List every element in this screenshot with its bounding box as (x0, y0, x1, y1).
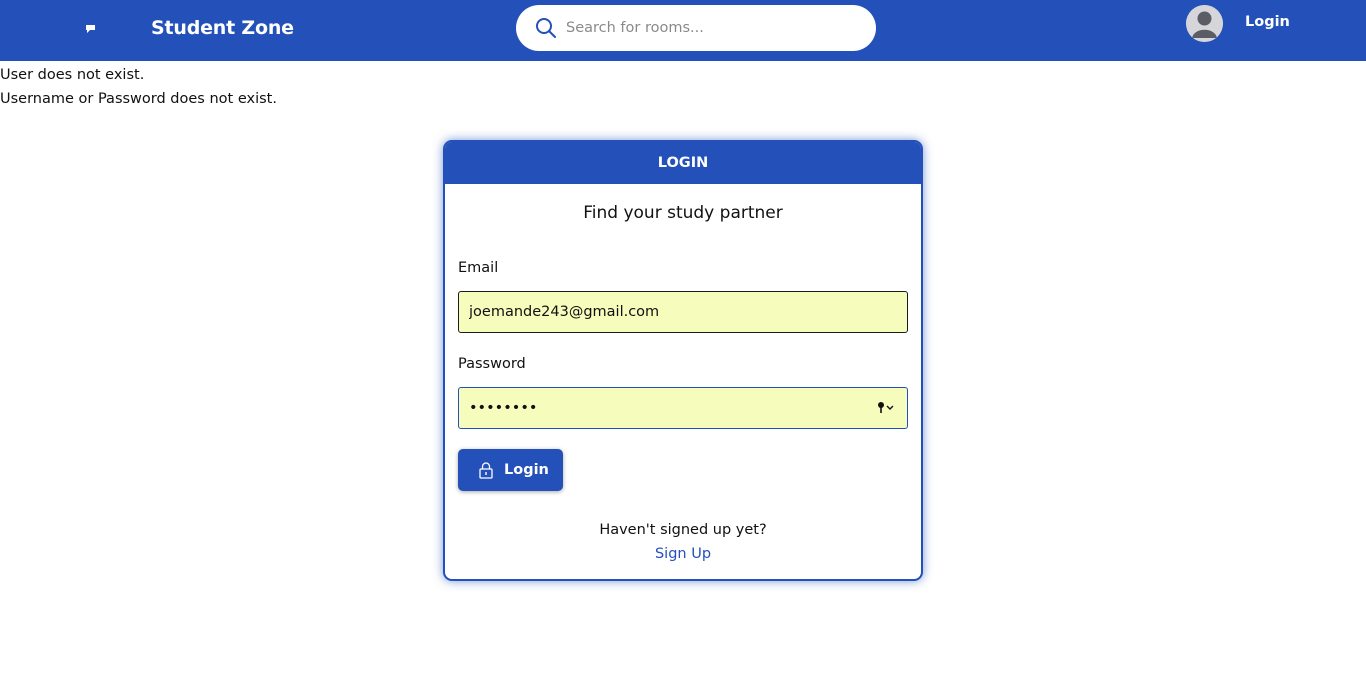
login-button-label: Login (504, 462, 549, 478)
signup-link[interactable]: Sign Up (445, 546, 921, 562)
password-input[interactable] (469, 397, 869, 419)
password-field[interactable] (458, 387, 908, 429)
search-icon (536, 18, 556, 38)
signup-prompt: Haven't signed up yet? (599, 522, 767, 538)
error-message: User does not exist. (0, 67, 145, 83)
search-input[interactable] (566, 16, 856, 40)
email-input[interactable] (469, 301, 869, 323)
key-icon[interactable] (877, 401, 897, 415)
header-login-link[interactable]: Login (1245, 14, 1290, 30)
login-card: LOGIN Find your study partner Email Pass… (443, 140, 923, 581)
login-card-header: LOGIN (445, 142, 921, 184)
user-avatar-icon[interactable] (1186, 5, 1223, 42)
brand-title[interactable]: Student Zone (151, 17, 294, 39)
password-label: Password (458, 356, 526, 372)
chat-bubble-icon[interactable] (85, 24, 96, 34)
error-message: Username or Password does not exist. (0, 91, 277, 107)
login-card-subtitle: Find your study partner (583, 203, 783, 223)
email-label: Email (458, 260, 499, 276)
email-field[interactable] (458, 291, 908, 333)
search-bar[interactable] (516, 5, 876, 51)
top-navbar: Student Zone Login (0, 0, 1366, 61)
error-messages: User does not exist. Username or Passwor… (0, 63, 277, 111)
login-button[interactable]: Login (458, 449, 563, 491)
lock-icon (479, 461, 493, 479)
